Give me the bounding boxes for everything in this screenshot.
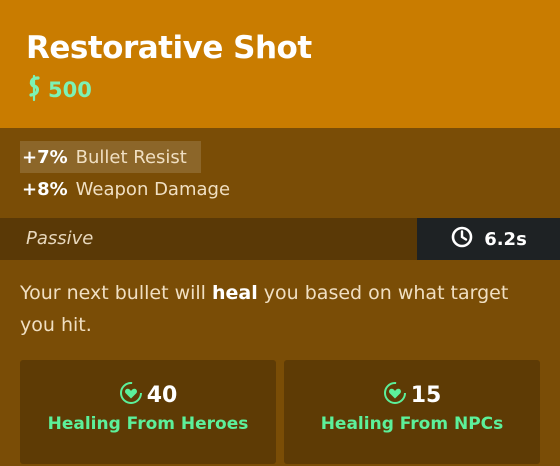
cooldown-clock-icon [450,225,474,253]
stat-row-weapon-damage: +8% Weapon Damage [20,173,244,205]
healing-npcs-value: 15 [410,382,442,408]
item-tooltip-card: Restorative Shot 500 +7% Bullet Resist +… [0,0,560,466]
item-description: Your next bullet will heal you based on … [20,277,540,341]
item-price: 500 [24,74,92,106]
healing-heroes-label: Healing From Heroes [47,414,249,434]
price-value: 500 [48,78,92,102]
stat-value: +8% [22,178,68,200]
tooltip-header: Restorative Shot 500 [0,0,560,128]
stat-row-bullet-resist: +7% Bullet Resist [20,141,201,173]
cooldown-value: 6.2s [484,228,527,250]
healing-npcs-box: 15 Healing From NPCs [284,360,540,464]
stat-label: Weapon Damage [75,178,231,200]
cooldown-badge: 6.2s [417,218,560,260]
passive-label: Passive [26,228,94,249]
stats-list: +7% Bullet Resist +8% Weapon Damage [20,141,320,205]
stat-value: +7% [22,146,68,168]
stat-label: Bullet Resist [75,146,187,168]
heart-heal-icon [119,381,143,409]
heart-heal-icon [383,381,407,409]
item-title: Restorative Shot [26,30,312,66]
healing-npcs-label: Healing From NPCs [320,414,504,434]
description-keyword: heal [212,282,258,304]
souls-currency-icon [24,74,44,106]
healing-heroes-box: 40 Healing From Heroes [20,360,276,464]
stat-boxes: 40 Healing From Heroes 15 Healing From N… [20,360,540,464]
passive-bar: Passive 6.2s [0,218,560,260]
description-text-start: Your next bullet will [20,282,212,304]
healing-heroes-value: 40 [146,382,178,408]
